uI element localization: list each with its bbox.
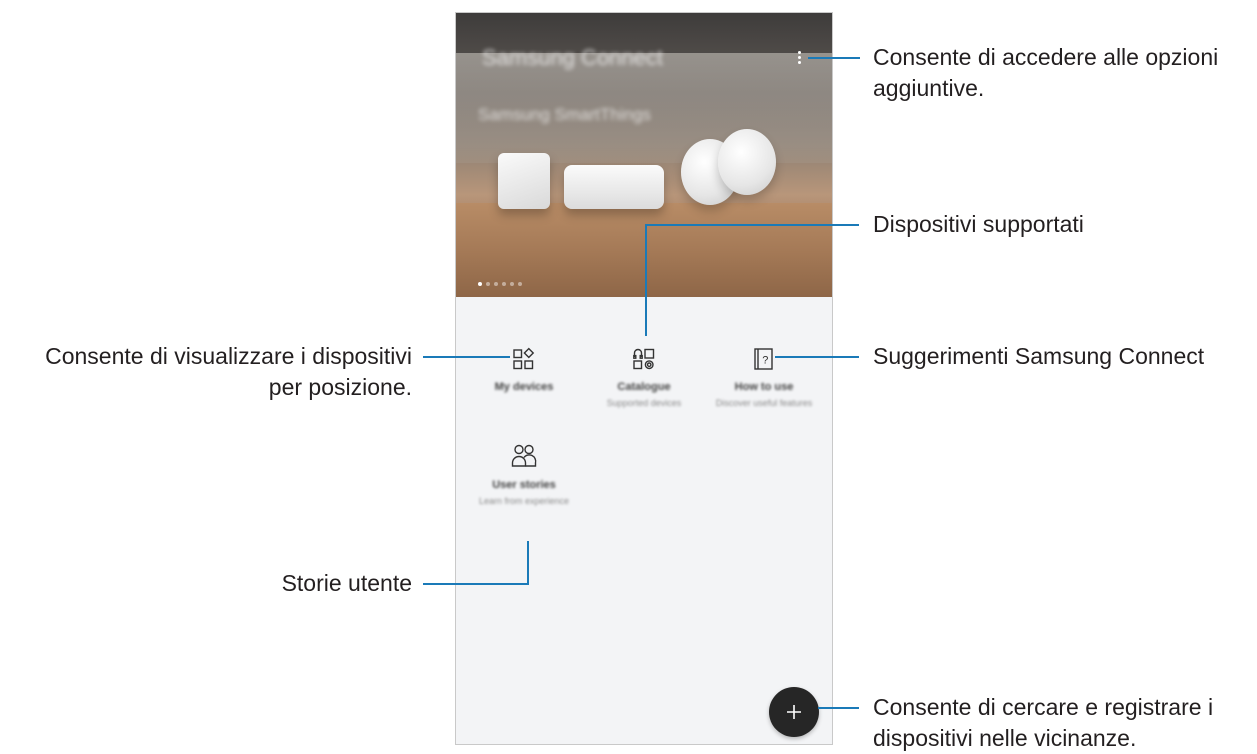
- svg-text:?: ?: [762, 355, 768, 367]
- callout-line: [423, 583, 529, 585]
- menu-item-title: User stories: [492, 479, 556, 491]
- callout-my-devices: Consente di visualizzare i dispositivi p…: [0, 341, 412, 403]
- page-dot[interactable]: [518, 282, 522, 286]
- hero-subtitle: Samsung SmartThings: [478, 105, 651, 124]
- callout-line: [775, 356, 859, 358]
- menu-item-subtitle: Supported devices: [606, 398, 682, 408]
- menu-item-title: Catalogue: [617, 381, 671, 393]
- page-dot[interactable]: [502, 282, 506, 286]
- callout-tips: Suggerimenti Samsung Connect: [873, 343, 1205, 369]
- page-dot[interactable]: [510, 282, 514, 286]
- catalogue-devices-icon: [633, 348, 655, 370]
- more-options-icon[interactable]: [796, 50, 804, 66]
- menu-item-title: My devices: [494, 381, 554, 393]
- phone-screen: Samsung Connect Samsung SmartThings My d…: [455, 12, 833, 745]
- callout-line: [423, 356, 510, 358]
- callout-line: [645, 224, 647, 336]
- menu-item-catalogue[interactable]: Catalogue Supported devices: [586, 347, 702, 409]
- callout-supported-devices: Dispositivi supportati: [873, 211, 1084, 237]
- hero-brand-title: Samsung Connect: [482, 45, 663, 70]
- callout-text-line: Consente di cercare e registrare i: [873, 694, 1214, 720]
- menu-item-subtitle: Discover useful features: [715, 398, 813, 408]
- page-indicator: [478, 282, 522, 286]
- hero-banner[interactable]: Samsung Connect Samsung SmartThings: [456, 13, 832, 297]
- callout-more-options: Consente di accedere alle opzioni aggiun…: [873, 42, 1257, 104]
- callout-line: [527, 541, 529, 585]
- hero-sensor-device: [498, 153, 550, 209]
- menu-item-subtitle: Learn from experience: [478, 496, 570, 506]
- callout-line: [818, 707, 859, 709]
- page-dot[interactable]: [494, 282, 498, 286]
- hero-hub-device: [564, 165, 664, 209]
- callout-text-line: Consente di accedere alle opzioni: [873, 44, 1219, 70]
- help-book-icon: ?: [754, 348, 773, 370]
- callout-add-device: Consente di cercare e registrare i dispo…: [873, 692, 1257, 754]
- callout-line: [808, 57, 860, 59]
- plus-icon: [787, 705, 801, 719]
- callout-user-stories: Storie utente: [281, 570, 412, 596]
- callout-text-line: dispositivi nelle vicinanze.: [873, 725, 1137, 751]
- grid-diamond-icon: [513, 347, 535, 370]
- callout-text-line: Consente di visualizzare i dispositivi: [45, 343, 412, 369]
- callout-text-line: per posizione.: [268, 374, 412, 400]
- callout-line: [645, 224, 859, 226]
- page-dot[interactable]: [478, 282, 482, 286]
- add-device-button[interactable]: [769, 687, 819, 737]
- menu-item-title: How to use: [734, 381, 794, 393]
- menu-item-user-stories[interactable]: User stories Learn from experience: [466, 443, 582, 507]
- people-icon: [511, 444, 537, 467]
- menu-item-my-devices[interactable]: My devices: [466, 347, 582, 393]
- page-dot[interactable]: [486, 282, 490, 286]
- hero-bulb-device: [718, 129, 776, 195]
- callout-text-line: aggiuntive.: [873, 75, 985, 101]
